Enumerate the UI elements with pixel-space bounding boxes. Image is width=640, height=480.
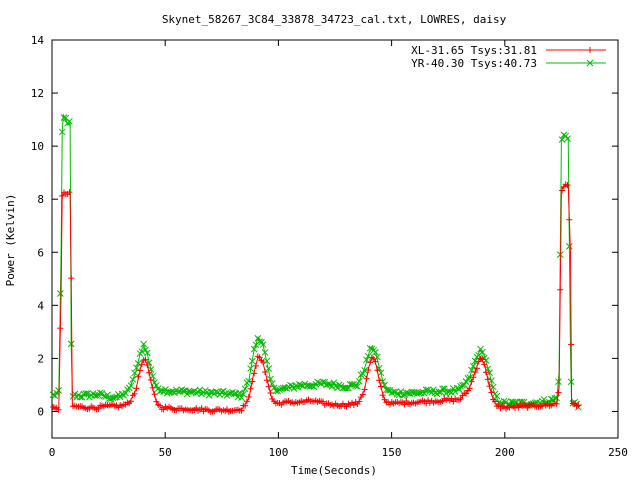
y-tick-label: 4 <box>37 299 44 312</box>
plus-marker <box>251 370 258 377</box>
plus-marker <box>151 391 158 398</box>
plot-area <box>51 39 619 439</box>
y-tick-label: 2 <box>37 352 44 365</box>
y-tick-label: 10 <box>31 140 44 153</box>
series-line <box>53 185 580 411</box>
legend: XL-31.65 Tsys:31.81YR-40.30 Tsys:40.73 <box>411 44 606 70</box>
plus-marker <box>133 385 140 392</box>
plus-marker <box>68 275 75 282</box>
x-tick-label: 100 <box>268 446 288 459</box>
plus-marker <box>247 385 254 392</box>
y-tick-label: 14 <box>31 34 45 47</box>
legend-label: XL-31.65 Tsys:31.81 <box>411 44 537 57</box>
plus-marker <box>587 47 593 53</box>
legend-label: YR-40.30 Tsys:40.73 <box>411 57 537 70</box>
x-marker <box>241 385 249 393</box>
plus-marker <box>568 341 575 348</box>
plus-marker <box>267 390 274 397</box>
plus-marker <box>557 286 564 293</box>
y-tick-label: 0 <box>37 405 44 418</box>
x-axis: 0 50 100 150 200 250 <box>49 40 628 459</box>
x-axis-label: Time(Seconds) <box>291 464 377 477</box>
y-axis-label: Power (Kelvin) <box>4 194 17 287</box>
y-tick-label: 8 <box>37 193 44 206</box>
plus-marker <box>363 375 370 382</box>
plus-marker <box>252 362 259 369</box>
line-chart: Skynet_58267_3C84_33878_34723_cal.txt, L… <box>4 13 628 477</box>
chart-title: Skynet_58267_3C84_33878_34723_cal.txt, L… <box>162 13 507 26</box>
y-axis: 0 2 4 6 8 10 12 14 <box>31 34 618 418</box>
series-line <box>52 114 580 407</box>
series-yr <box>49 114 582 411</box>
x-tick-label: 50 <box>159 446 172 459</box>
x-marker <box>129 376 137 383</box>
plot-frame <box>51 39 619 439</box>
x-tick-label: 200 <box>495 446 515 459</box>
x-marker <box>372 348 379 356</box>
plus-marker <box>566 216 573 223</box>
x-tick-label: 150 <box>382 446 402 459</box>
plus-marker <box>149 384 156 391</box>
x-marker <box>479 348 486 356</box>
y-tick-label: 12 <box>31 87 44 100</box>
y-tick-label: 6 <box>37 246 44 259</box>
plus-marker <box>555 389 562 396</box>
x-marker <box>564 135 571 143</box>
x-marker <box>355 378 363 385</box>
series-layer <box>49 114 582 415</box>
plus-marker <box>377 383 384 390</box>
x-tick-label: 0 <box>49 446 56 459</box>
x-tick-label: 250 <box>608 446 628 459</box>
plus-marker <box>57 325 64 332</box>
plus-marker <box>137 367 144 374</box>
